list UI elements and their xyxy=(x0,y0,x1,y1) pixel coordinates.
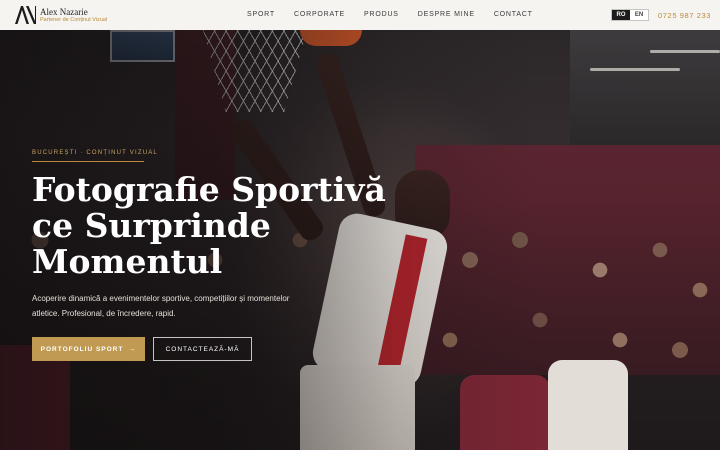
hero-headline-line: Momentul xyxy=(32,242,223,281)
main-nav: SPORT CORPORATE PRODUS DESPRE MINE CONTA… xyxy=(247,11,552,18)
brand-name: Alex Nazarie xyxy=(40,7,88,17)
hero-headline-line: ce Surprinde xyxy=(32,206,271,245)
portfolio-sport-button-label: PORTOFOLIU SPORT xyxy=(40,345,124,353)
brand-tagline: Partener de Conținut Vizual xyxy=(40,17,108,23)
phone-link[interactable]: 0725 987 233 xyxy=(658,11,711,20)
hero-headline-line: Fotografie Sportivă xyxy=(32,170,386,209)
nav-item-despre-mine[interactable]: DESPRE MINE xyxy=(418,11,475,18)
nav-item-contact[interactable]: CONTACT xyxy=(494,11,533,18)
hero-headline: Fotografie Sportivă ce Surprinde Momentu… xyxy=(32,170,386,281)
nav-item-sport[interactable]: SPORT xyxy=(247,11,275,18)
arrow-right-icon: → xyxy=(128,345,137,353)
nav-item-produs[interactable]: PRODUS xyxy=(364,11,399,18)
language-option-en[interactable]: EN xyxy=(630,10,648,20)
contact-me-button-label: CONTACTEAZĂ-MĂ xyxy=(165,345,240,353)
eyebrow-divider xyxy=(32,161,144,162)
nav-item-corporate[interactable]: CORPORATE xyxy=(294,11,345,18)
portfolio-sport-button[interactable]: PORTOFOLIU SPORT → xyxy=(32,337,145,361)
language-switcher: RO EN xyxy=(611,9,649,21)
contact-me-button[interactable]: CONTACTEAZĂ-MĂ xyxy=(153,337,252,361)
language-option-ro[interactable]: RO xyxy=(612,10,630,20)
hero-eyebrow: BUCUREȘTI · CONȚINUT VIZUAL xyxy=(32,150,158,156)
brand-logo-icon xyxy=(15,6,36,24)
hero-subcopy: Acoperire dinamică a evenimentelor sport… xyxy=(32,294,290,318)
site-header: Alex Nazarie Partener de Conținut Vizual… xyxy=(0,0,720,30)
